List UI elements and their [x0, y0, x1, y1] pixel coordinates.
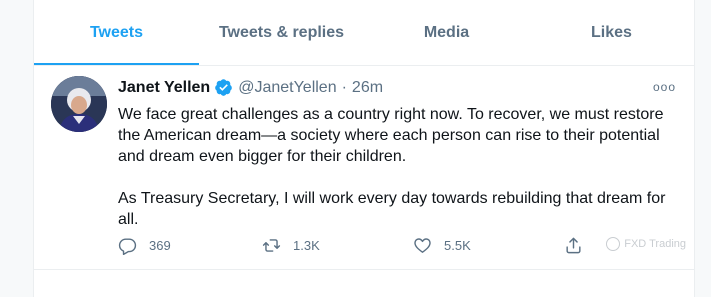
tab-tweets-label: Tweets	[89, 23, 144, 41]
next-tweet-placeholder	[34, 270, 694, 297]
tweet-text: We face great challenges as a country ri…	[118, 104, 678, 230]
tab-tweets-and-replies-label: Tweets & replies	[218, 23, 345, 41]
retweet-count: 1.3K	[293, 238, 320, 253]
heart-icon	[414, 238, 431, 253]
header-separator: ·	[341, 78, 347, 96]
profile-timeline-column: Tweets Tweets & replies Media Likes Jane…	[33, 0, 695, 297]
watermark-text: FXD Trading	[624, 238, 686, 250]
reply-button[interactable]: 369	[118, 236, 171, 255]
share-icon	[566, 237, 581, 254]
tweet-header: Janet Yellen @JanetYellen · 26m	[118, 78, 383, 97]
profile-tabs: Tweets Tweets & replies Media Likes	[34, 0, 694, 66]
reply-icon	[118, 238, 137, 255]
like-button[interactable]: 5.5K	[413, 236, 471, 255]
tab-tweets[interactable]: Tweets	[34, 0, 199, 65]
tweet-actions: 369 1.3K 5.5K	[118, 236, 598, 256]
avatar-portrait-image	[51, 76, 107, 132]
tab-likes[interactable]: Likes	[529, 0, 694, 65]
tweet-paragraph-1: We face great challenges as a country ri…	[118, 106, 664, 165]
tweet-timestamp[interactable]: 26m	[352, 79, 383, 97]
avatar[interactable]	[51, 76, 107, 132]
watermark: FXD Trading	[606, 237, 686, 251]
tweet-paragraph-2: As Treasury Secretary, I will work every…	[118, 190, 666, 228]
author-name[interactable]: Janet Yellen	[118, 79, 210, 97]
tweet-card[interactable]: Janet Yellen @JanetYellen · 26m ooo We f…	[34, 66, 694, 270]
retweet-icon	[262, 239, 281, 252]
retweet-button[interactable]: 1.3K	[262, 236, 320, 255]
like-count: 5.5K	[444, 238, 471, 253]
watermark-logo-icon	[606, 237, 621, 251]
tab-likes-label: Likes	[591, 23, 632, 41]
reply-count: 369	[149, 238, 171, 253]
tab-media[interactable]: Media	[364, 0, 529, 65]
tab-tweets-and-replies[interactable]: Tweets & replies	[199, 0, 364, 65]
share-button[interactable]	[564, 236, 595, 255]
more-options-icon[interactable]: ooo	[653, 80, 676, 94]
tab-media-label: Media	[423, 23, 470, 41]
author-handle[interactable]: @JanetYellen	[238, 79, 336, 97]
verified-badge-icon	[214, 78, 233, 97]
